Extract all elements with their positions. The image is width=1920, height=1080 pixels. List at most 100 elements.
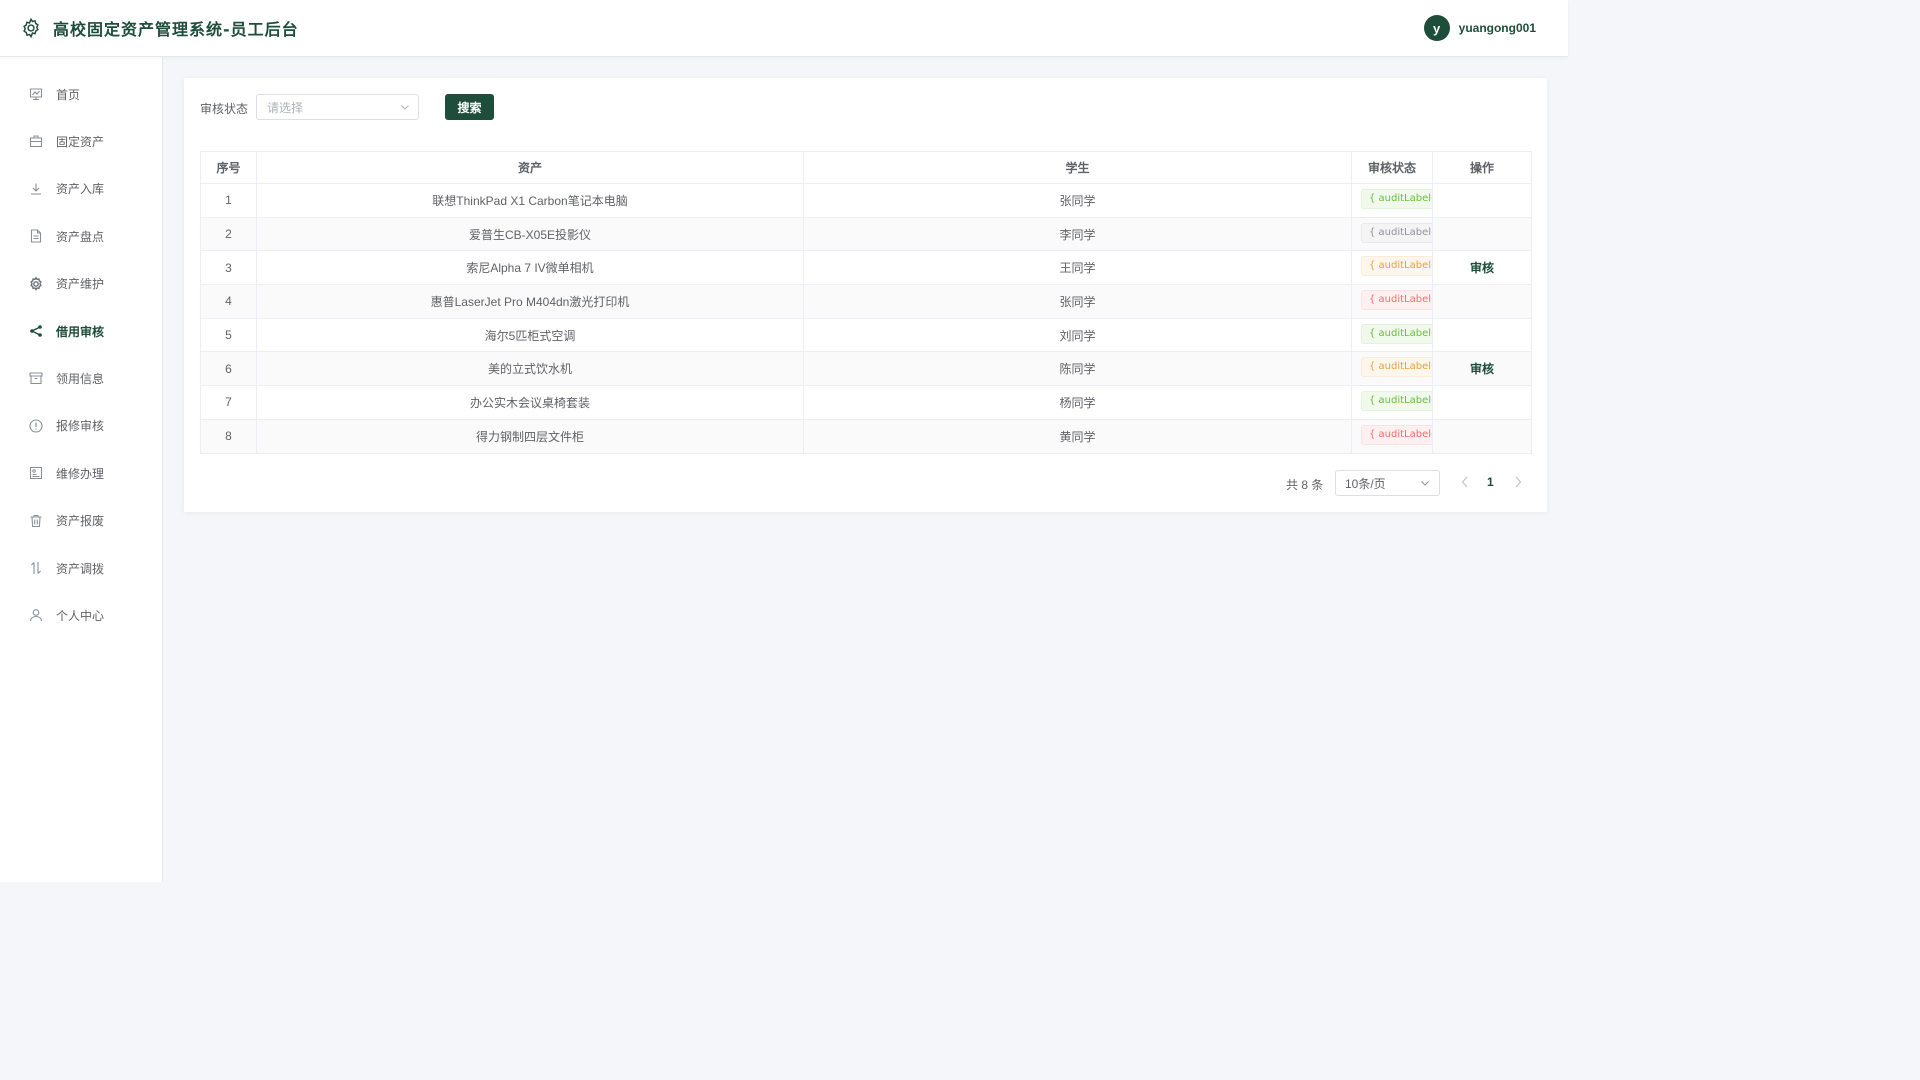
sidebar-item-4[interactable]: 资产维护 — [0, 264, 162, 304]
page-number-current[interactable]: 1 — [1487, 475, 1494, 489]
column-header-asset: 资产 — [256, 151, 804, 184]
sidebar-item-label: 固定资产 — [56, 134, 105, 149]
sidebar-item-6[interactable]: 领用信息 — [0, 358, 162, 398]
chevron-down-icon — [1421, 481, 1429, 486]
cell-status: { auditLabel(ro — [1351, 216, 1433, 252]
cell-status: { auditLabel(ro — [1351, 250, 1433, 286]
sidebar-item-11[interactable]: 个人中心 — [0, 595, 162, 635]
cell-action: 审核 — [1432, 351, 1532, 387]
table-row: 5海尔5匹柜式空调刘同学 { auditLabel(ro — [200, 317, 1532, 353]
cell-index: 2 — [200, 216, 257, 252]
user-menu[interactable]: y yuangong001 — [1423, 15, 1536, 41]
gear-icon — [28, 276, 44, 292]
page-size-value: 10条/页 — [1345, 476, 1386, 491]
table-row: 2爱普生CB-X05E投影仪李同学 { auditLabel(ro — [200, 216, 1532, 252]
column-header-action: 操作 — [1432, 151, 1532, 184]
sidebar-item-label: 借用审核 — [56, 324, 105, 339]
sidebar-item-2[interactable]: 资产入库 — [0, 169, 162, 209]
status-badge: { auditLabel(ro — [1361, 188, 1432, 209]
table-row: 4 惠普LaserJet Pro M404dn激光打印机 张同学 { auditLab… — [200, 284, 1532, 319]
top-header: 高校固定资产管理系统-员工后台 y yuangong001 — [0, 0, 1568, 57]
cell-action — [1432, 317, 1532, 353]
document-icon — [28, 228, 44, 244]
warning-circle-icon — [28, 418, 44, 434]
search-button[interactable]: 搜索 — [445, 94, 494, 120]
table-row: 7办公实木会议桌椅套装杨同学 { auditLabel(ro — [200, 385, 1532, 420]
cell-asset: 办公实木会议桌椅套装 — [256, 385, 804, 420]
cell-index: 4 — [200, 284, 257, 319]
audit-button[interactable]: 审核 — [1470, 261, 1494, 275]
cell-index: 5 — [200, 317, 257, 353]
sidebar-item-label: 领用信息 — [56, 371, 105, 386]
sidebar-item-label: 个人中心 — [56, 608, 105, 623]
avatar[interactable]: y — [1423, 15, 1450, 41]
sidebar-item-label: 资产报废 — [56, 514, 105, 529]
table-row: 1 联想ThinkPad X1 Carbon笔记本电脑 张同学 { auditLabe… — [200, 183, 1532, 218]
user-icon — [28, 607, 44, 623]
cell-asset: 索尼Alpha 7 IV微单相机 — [256, 250, 804, 286]
gear-logo-icon — [20, 17, 42, 39]
audit-status-label: 审核状态 — [200, 102, 249, 116]
share-icon — [28, 323, 44, 339]
sidebar-item-label: 首页 — [56, 87, 81, 102]
sidebar-item-0[interactable]: 首页 — [0, 74, 162, 114]
cell-index: 1 — [200, 183, 257, 218]
cell-asset: 美的立式饮水机 — [256, 351, 804, 387]
status-badge: { auditLabel(ro — [1361, 424, 1432, 445]
sidebar-item-label: 报修审核 — [56, 419, 105, 434]
audit-status-select[interactable]: 请选择 — [256, 94, 419, 120]
column-header-index: 序号 — [200, 151, 257, 184]
page-size-select[interactable]: 10条/页 — [1335, 470, 1440, 496]
sidebar-item-9[interactable]: 资产报废 — [0, 501, 162, 541]
cell-action — [1432, 183, 1532, 218]
sidebar-item-10[interactable]: 资产调拨 — [0, 548, 162, 588]
cell-action: 审核 — [1432, 250, 1532, 286]
table-header-row: 序号 资产 学生 审核状态 操作 — [200, 151, 1532, 184]
cell-status: { auditLabel(ro — [1351, 351, 1433, 387]
cell-student: 王同学 — [803, 250, 1352, 286]
cell-student: 李同学 — [803, 216, 1352, 252]
cell-asset: 联想ThinkPad X1 Carbon笔记本电脑 — [256, 183, 804, 218]
sidebar-item-5[interactable]: 借用审核 — [0, 311, 162, 351]
status-badge: { auditLabel(ro — [1361, 222, 1432, 243]
briefcase-icon — [28, 133, 44, 149]
sidebar-item-7[interactable]: 报修审核 — [0, 406, 162, 446]
borrow-audit-table: 序号 资产 学生 审核状态 操作 1 联想ThinkPad X1 Carbon笔记… — [200, 151, 1532, 454]
cell-status: { auditLabel(ro — [1351, 385, 1433, 420]
chevron-down-icon — [401, 105, 409, 110]
sidebar-item-label: 维修办理 — [56, 466, 105, 481]
sidebar-item-label: 资产维护 — [56, 277, 105, 292]
audit-button[interactable]: 审核 — [1470, 362, 1494, 376]
cell-status: { auditLabel(ro — [1351, 317, 1433, 353]
cell-student: 黄同学 — [803, 418, 1352, 454]
download-icon — [28, 181, 44, 197]
sidebar-item-1[interactable]: 固定资产 — [0, 121, 162, 161]
column-header-student: 学生 — [803, 151, 1352, 184]
cell-student: 陈同学 — [803, 351, 1352, 387]
select-placeholder: 请选择 — [267, 100, 304, 115]
sidebar-item-label: 资产盘点 — [56, 229, 105, 244]
cell-status: { auditLabel(ro — [1351, 183, 1433, 218]
cell-action — [1432, 385, 1532, 420]
prev-page-icon[interactable] — [1460, 475, 1470, 489]
cell-asset: 得力钢制四层文件柜 — [256, 418, 804, 454]
username[interactable]: yuangong001 — [1459, 21, 1536, 35]
picture-icon — [28, 465, 44, 481]
cell-status: { auditLabel(ro — [1351, 284, 1433, 319]
box-icon — [28, 370, 44, 386]
app-title: 高校固定资产管理系统-员工后台 — [53, 20, 299, 39]
cell-index: 8 — [200, 418, 257, 454]
table-row: 3索尼Alpha 7 IV微单相机王同学 { auditLabel(ro 审核 — [200, 250, 1532, 286]
cell-student: 张同学 — [803, 284, 1352, 319]
total-count: 共 8 条 — [1286, 478, 1324, 492]
sidebar-item-label: 资产入库 — [56, 182, 105, 197]
sidebar-item-8[interactable]: 维修办理 — [0, 453, 162, 493]
cell-student: 张同学 — [803, 183, 1352, 218]
status-badge: { auditLabel(ro — [1361, 256, 1432, 277]
cell-asset: 海尔5匹柜式空调 — [256, 317, 804, 353]
table-row: 6美的立式饮水机陈同学 { auditLabel(ro 审核 — [200, 351, 1532, 387]
next-page-icon[interactable] — [1513, 475, 1523, 489]
cell-status: { auditLabel(ro — [1351, 418, 1433, 454]
sidebar-item-3[interactable]: 资产盘点 — [0, 216, 162, 256]
cell-index: 3 — [200, 250, 257, 286]
